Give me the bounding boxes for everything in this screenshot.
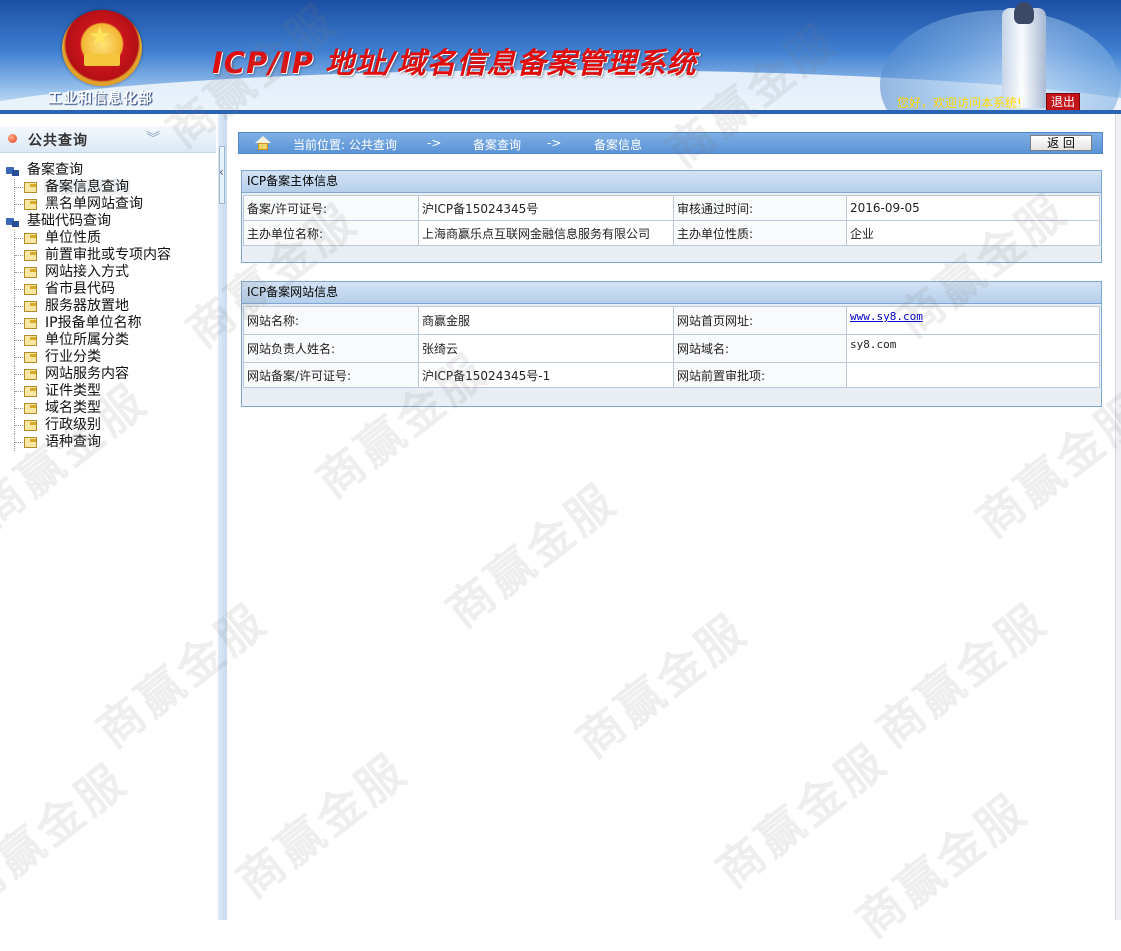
folder-group-icon: [6, 165, 20, 176]
page-icon: [24, 335, 37, 346]
org-name-label: 主办单位名称:: [243, 220, 419, 246]
site-name-label: 网站名称:: [243, 306, 419, 335]
page-icon: [24, 369, 37, 380]
collapse-handle-icon[interactable]: [219, 146, 225, 204]
tree-item-industry[interactable]: 行业分类: [0, 349, 216, 366]
tree-item-org-category[interactable]: 单位所属分类: [0, 332, 216, 349]
icp-site-panel: ICP备案网站信息 网站名称: 商赢金服 网站首页网址: www.sy8.com…: [241, 281, 1102, 407]
table-row: 网站名称: 商赢金服 网站首页网址: www.sy8.com: [243, 306, 1100, 335]
watermark: 商赢金服: [866, 592, 1058, 759]
tree-item-service-content[interactable]: 网站服务内容: [0, 366, 216, 383]
page-icon: [24, 386, 37, 397]
tree-item-ip-org-name[interactable]: IP报备单位名称: [0, 315, 216, 332]
license-label: 备案/许可证号:: [243, 195, 419, 221]
org-name-value: 上海商赢乐点互联网金融信息服务有限公司: [418, 220, 674, 246]
homepage-link[interactable]: www.sy8.com: [850, 310, 923, 323]
system-title: ICP/IP 地址/域名信息备案管理系统: [212, 46, 697, 80]
site-license-value: 沪ICP备15024345号-1: [418, 362, 674, 388]
logout-button[interactable]: 退出: [1046, 93, 1080, 111]
watermark: 商赢金服: [846, 782, 1038, 949]
tree-item-id-type[interactable]: 证件类型: [0, 383, 216, 400]
watermark: 商赢金服: [706, 732, 898, 899]
sidebar-title: 公共查询: [28, 133, 88, 149]
license-value: 沪ICP备15024345号: [418, 195, 674, 221]
folder-group-icon: [6, 216, 20, 227]
breadcrumb: 当前位置: 公共查询 -> 备案查询 -> 备案信息 返 回: [238, 132, 1103, 154]
tree-item-record-info-query[interactable]: 备案信息查询: [0, 179, 216, 196]
domain-value: sy8.com: [850, 338, 897, 351]
org-type-label: 主办单位性质:: [673, 220, 847, 246]
ministry-name: 工业和信息化部: [48, 91, 153, 107]
tree-group-basic-code[interactable]: 基础代码查询: [0, 213, 216, 230]
vertical-scrollbar[interactable]: [1115, 114, 1121, 920]
tree-item-server-location[interactable]: 服务器放置地: [0, 298, 216, 315]
back-button[interactable]: 返 回: [1030, 135, 1092, 151]
page-icon: [24, 318, 37, 329]
home-icon[interactable]: [255, 136, 271, 150]
page-icon: [24, 403, 37, 414]
tree-item-language[interactable]: 语种查询: [0, 434, 216, 451]
watermark: 商赢金服: [436, 472, 628, 639]
breadcrumb-separator: ->: [547, 136, 562, 150]
breadcrumb-item-info: 备案信息: [594, 138, 643, 152]
page-icon: [24, 233, 37, 244]
sidebar-header[interactable]: 公共查询 ︾: [0, 126, 216, 153]
pre-approval-label: 网站前置审批项:: [673, 362, 847, 388]
page-icon: [24, 301, 37, 312]
owner-value: 张绮云: [418, 334, 674, 363]
site-license-label: 网站备案/许可证号:: [243, 362, 419, 388]
nav-tree: 备案查询 备案信息查询 黑名单网站查询 基础代码查询 单位性质 前置审批或专项内…: [0, 162, 216, 451]
table-row: 网站负责人姓名: 张绮云 网站域名: sy8.com: [243, 334, 1100, 363]
tree-item-access-method[interactable]: 网站接入方式: [0, 264, 216, 281]
page-icon: [24, 284, 37, 295]
page-icon: [24, 420, 37, 431]
domain-label: 网站域名:: [673, 334, 847, 363]
org-type-value: 企业: [846, 220, 1100, 246]
watermark: 商赢金服: [566, 602, 758, 769]
tree-group-icp-query[interactable]: 备案查询: [0, 162, 216, 179]
welcome-text: 您好，欢迎访问本系统!: [897, 96, 1022, 110]
chevron-down-icon[interactable]: ︾: [146, 128, 160, 148]
breadcrumb-item-query: 备案查询: [473, 138, 522, 152]
tree-item-pre-approval[interactable]: 前置审批或专项内容: [0, 247, 216, 264]
owner-label: 网站负责人姓名:: [243, 334, 419, 363]
gate-icon: [84, 54, 120, 66]
subject-info-table: 备案/许可证号: 沪ICP备15024345号 审核通过时间: 2016-09-…: [243, 195, 1100, 246]
tree-item-admin-level[interactable]: 行政级别: [0, 417, 216, 434]
sidebar: 公共查询 ︾ 备案查询 备案信息查询 黑名单网站查询 基础代码查询 单位性质 前…: [0, 114, 219, 920]
tree-item-domain-type[interactable]: 域名类型: [0, 400, 216, 417]
site-info-table: 网站名称: 商赢金服 网站首页网址: www.sy8.com 网站负责人姓名: …: [243, 306, 1100, 388]
panel-title: ICP备案网站信息: [242, 282, 1101, 304]
approve-time-value: 2016-09-05: [846, 195, 1100, 221]
bullet-icon: [8, 134, 17, 143]
sidebar-splitter[interactable]: [218, 114, 227, 920]
page-icon: [24, 437, 37, 448]
icp-subject-panel: ICP备案主体信息 备案/许可证号: 沪ICP备15024345号 审核通过时间…: [241, 170, 1102, 263]
tree-item-region-code[interactable]: 省市县代码: [0, 281, 216, 298]
national-emblem-icon: ★: [62, 10, 142, 86]
star-icon: ★: [88, 22, 112, 52]
page-icon: [24, 267, 37, 278]
watermark: 商赢金服: [226, 742, 418, 909]
homepage-label: 网站首页网址:: [673, 306, 847, 335]
page-icon: [24, 182, 37, 193]
table-row: 备案/许可证号: 沪ICP备15024345号 审核通过时间: 2016-09-…: [243, 195, 1100, 221]
breadcrumb-current: 当前位置: 公共查询: [293, 138, 397, 152]
pre-approval-value: [846, 362, 1100, 388]
breadcrumb-separator: ->: [427, 136, 442, 150]
tree-item-org-nature[interactable]: 单位性质: [0, 230, 216, 247]
tree-item-blacklist-query[interactable]: 黑名单网站查询: [0, 196, 216, 213]
page-icon: [24, 352, 37, 363]
panel-title: ICP备案主体信息: [242, 171, 1101, 193]
page-icon: [24, 199, 37, 210]
table-row: 主办单位名称: 上海商赢乐点互联网金融信息服务有限公司 主办单位性质: 企业: [243, 220, 1100, 246]
header-banner: ★ 工业和信息化部 ICP/IP 地址/域名信息备案管理系统 您好，欢迎访问本系…: [0, 0, 1121, 114]
site-name-value: 商赢金服: [418, 306, 674, 335]
page-icon: [24, 250, 37, 261]
approve-time-label: 审核通过时间:: [673, 195, 847, 221]
pillar-beast-icon: [1014, 2, 1034, 24]
table-row: 网站备案/许可证号: 沪ICP备15024345号-1 网站前置审批项:: [243, 362, 1100, 388]
